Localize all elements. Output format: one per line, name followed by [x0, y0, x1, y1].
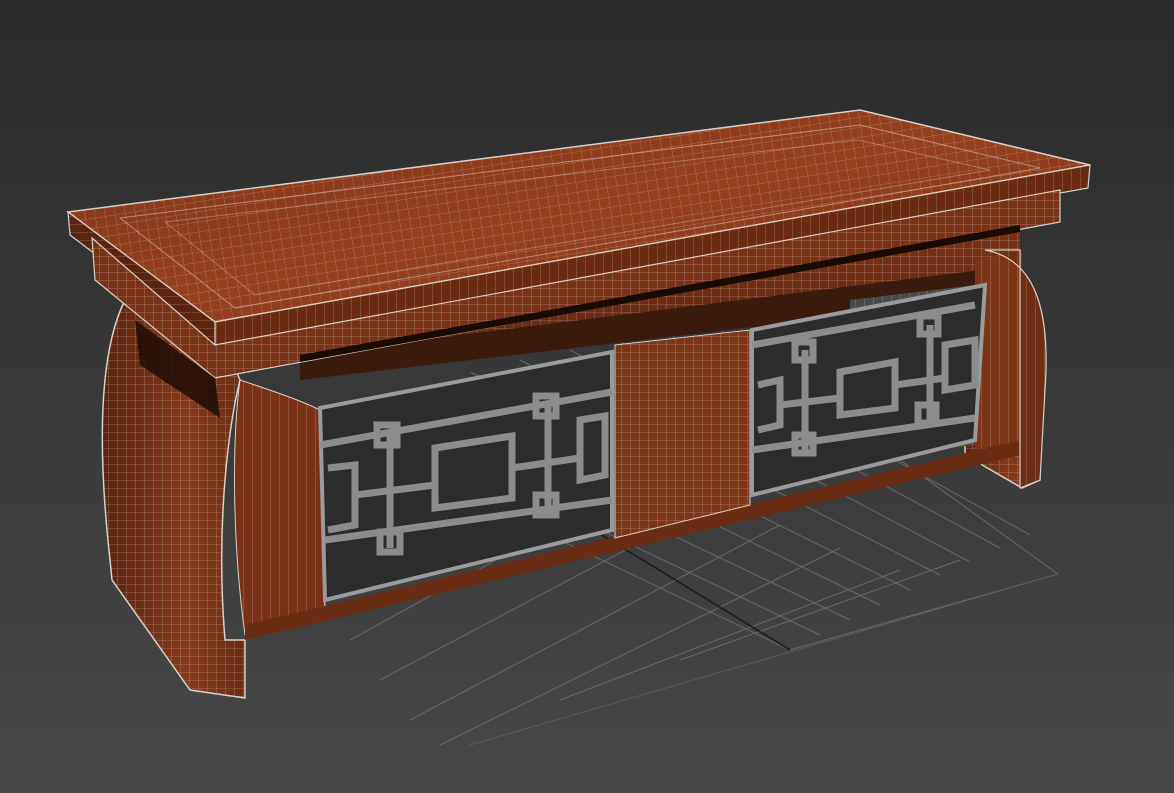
3d-viewport[interactable]: [0, 0, 1174, 793]
grid-axis: [469, 573, 1059, 746]
bench-scene: [66, 109, 1091, 746]
